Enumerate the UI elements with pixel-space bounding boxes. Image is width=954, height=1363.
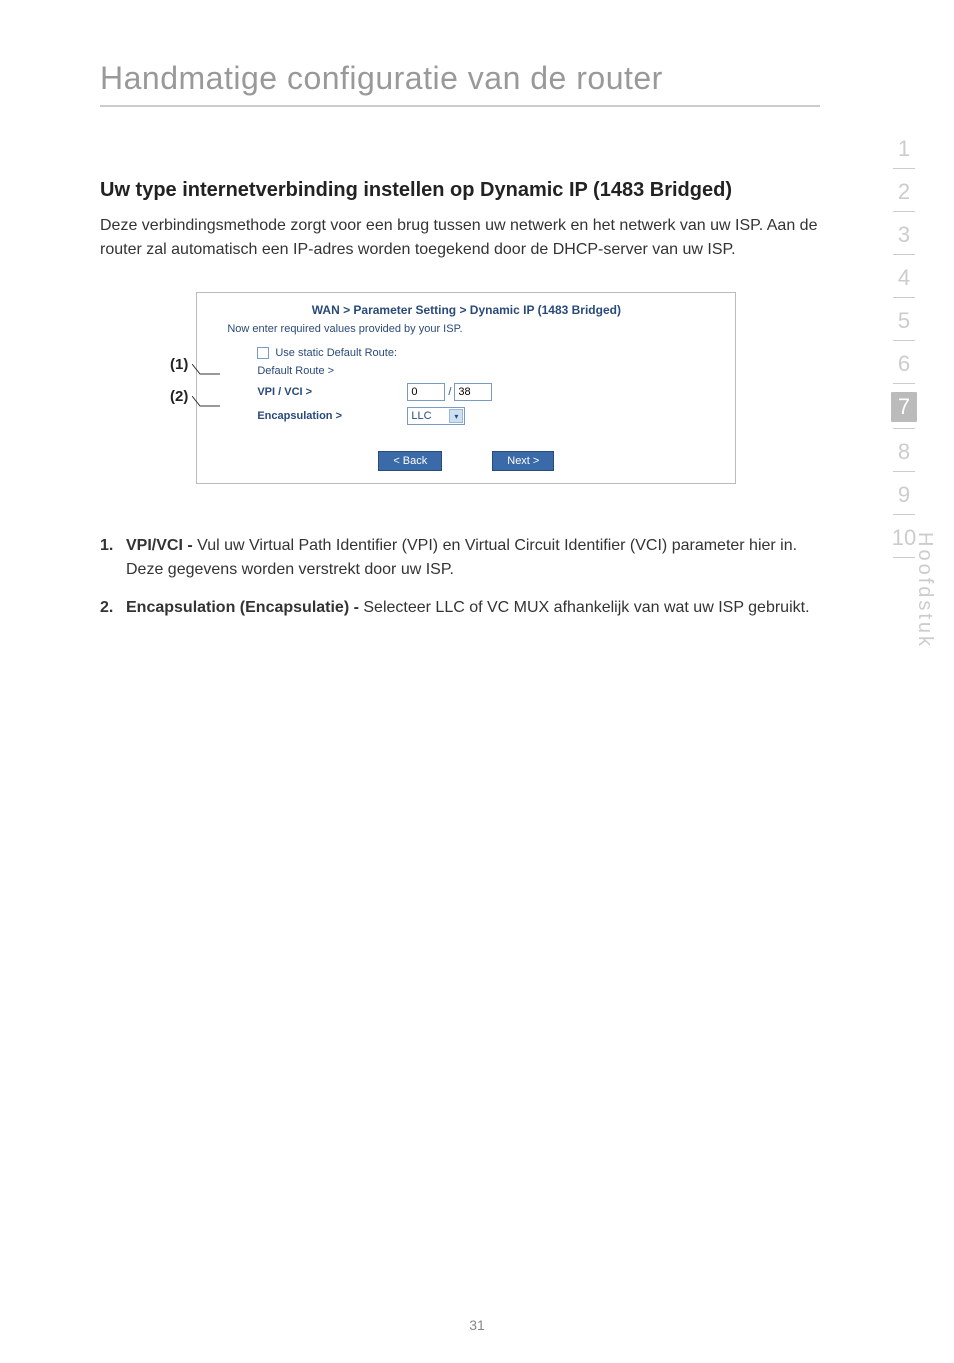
side-nav-separator	[893, 383, 915, 384]
side-nav-9: 9	[898, 476, 910, 510]
use-static-row: Use static Default Route:	[257, 347, 705, 359]
side-nav-separator	[893, 557, 915, 558]
list-item: 1. VPI/VCI - Vul uw Virtual Path Identif…	[100, 534, 830, 582]
page-number: 31	[0, 1317, 954, 1333]
side-nav-separator	[893, 340, 915, 341]
panel-breadcrumb: WAN > Parameter Setting > Dynamic IP (14…	[197, 293, 735, 323]
item1-body: Vul uw Virtual Path Identifier (VPI) en …	[126, 537, 797, 578]
encapsulation-row: Encapsulation > LLC ▾	[257, 407, 705, 425]
encapsulation-value: LLC	[411, 410, 431, 422]
item2-body: Selecteer LLC of VC MUX afhankelijk van …	[363, 599, 809, 616]
side-nav-5: 5	[898, 302, 910, 336]
use-static-label: Use static Default Route:	[275, 347, 397, 359]
title-underline	[100, 105, 820, 107]
side-nav-2: 2	[898, 173, 910, 207]
side-nav-7-active: 7	[891, 392, 917, 422]
settings-panel: WAN > Parameter Setting > Dynamic IP (14…	[196, 292, 736, 484]
vpi-vci-row: VPI / VCI > /	[257, 383, 705, 401]
list-item: 2. Encapsulation (Encapsulatie) - Select…	[100, 596, 830, 620]
default-route-label: Default Route >	[257, 365, 407, 377]
side-nav-3: 3	[898, 216, 910, 250]
side-nav-6: 6	[898, 345, 910, 379]
back-button[interactable]: < Back	[378, 451, 442, 471]
side-nav-8: 8	[898, 433, 910, 467]
screenshot-wrapper: (1) (2) WAN > Parameter Setting > Dynami…	[170, 292, 854, 484]
item1-number: 1.	[100, 534, 126, 582]
side-nav: 1 2 3 4 5 6 7 8 9 10 Hoofdstuk	[884, 130, 924, 562]
chevron-down-icon: ▾	[449, 409, 463, 423]
vpi-vci-label: VPI / VCI >	[257, 386, 407, 398]
chapter-title: Handmatige configuratie van de router	[100, 60, 854, 97]
side-nav-1: 1	[898, 130, 910, 164]
default-route-row: Default Route >	[257, 365, 705, 377]
callout-1: (1)	[170, 356, 188, 373]
use-static-checkbox[interactable]	[257, 347, 269, 359]
encapsulation-label: Encapsulation >	[257, 410, 407, 422]
section-heading: Uw type internetverbinding instellen op …	[100, 177, 800, 204]
callout-1-label: (1)	[170, 356, 188, 373]
item1-lead: VPI/VCI -	[126, 537, 197, 554]
side-nav-separator	[893, 471, 915, 472]
vci-input[interactable]	[454, 383, 492, 401]
callout-2: (2)	[170, 388, 188, 405]
intro-paragraph: Deze verbindingsmethode zorgt voor een b…	[100, 214, 840, 262]
side-nav-separator	[893, 514, 915, 515]
vpi-input[interactable]	[407, 383, 445, 401]
vpi-vci-separator: /	[448, 386, 451, 398]
side-nav-separator	[893, 168, 915, 169]
encapsulation-select[interactable]: LLC ▾	[407, 407, 465, 425]
side-nav-4: 4	[898, 259, 910, 293]
panel-subtext: Now enter required values provided by yo…	[197, 323, 735, 343]
callout-2-label: (2)	[170, 388, 188, 405]
instruction-list: 1. VPI/VCI - Vul uw Virtual Path Identif…	[100, 534, 830, 620]
side-nav-separator	[893, 428, 915, 429]
item2-number: 2.	[100, 596, 126, 620]
side-nav-vertical-text: Hoofdstuk	[913, 532, 936, 649]
side-nav-separator	[893, 254, 915, 255]
item2-lead: Encapsulation (Encapsulatie) -	[126, 599, 363, 616]
side-nav-separator	[893, 297, 915, 298]
next-button[interactable]: Next >	[492, 451, 554, 471]
side-nav-separator	[893, 211, 915, 212]
